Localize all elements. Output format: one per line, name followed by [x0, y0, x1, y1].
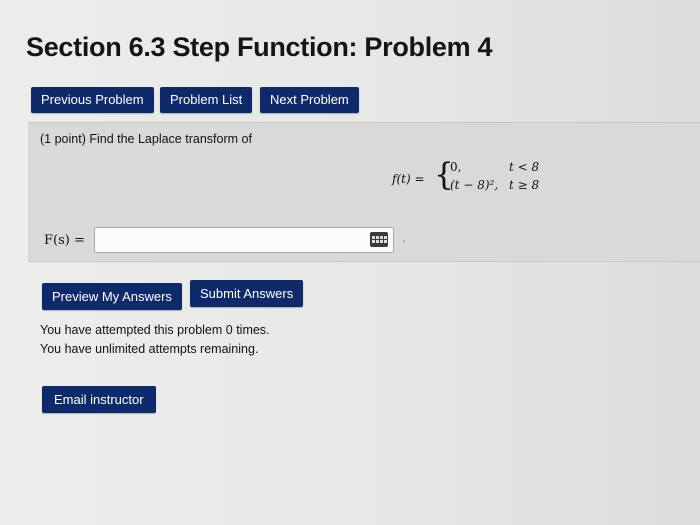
remaining-line: You have unlimited attempts remaining. [40, 342, 259, 356]
keypad-icon[interactable] [370, 232, 388, 247]
case2-condition: t ≥ 8 [509, 178, 540, 192]
email-instructor-button[interactable]: Email instructor [42, 386, 156, 413]
problem-prompt: (1 point) Find the Laplace transform of [40, 132, 252, 146]
piecewise-function: f(t) = { 0, t < 8 (t − 8)², t ≥ 8 [392, 158, 562, 198]
case2-value: (t − 8)², [450, 178, 499, 192]
page-title: Section 6.3 Step Function: Problem 4 [26, 32, 493, 62]
answer-input[interactable] [94, 227, 394, 253]
answer-status-dot: . [402, 230, 406, 245]
submit-answers-button[interactable]: Submit Answers [190, 280, 304, 307]
previous-problem-button[interactable]: Previous Problem [31, 87, 154, 113]
case1-condition: t < 8 [509, 160, 540, 174]
function-lhs: f(t) = [392, 172, 425, 186]
next-problem-button[interactable]: Next Problem [260, 87, 359, 113]
case1-value: 0, [450, 160, 462, 174]
preview-answers-button[interactable]: Preview My Answers [42, 283, 182, 310]
attempts-line: You have attempted this problem 0 times. [40, 323, 270, 337]
attempts-status: You have attempted this problem 0 times.… [40, 321, 270, 359]
problem-list-button[interactable]: Problem List [160, 87, 253, 113]
answer-label: F(s) = [44, 233, 85, 248]
page: Section 6.3 Step Function: Problem 4 Pre… [0, 0, 700, 525]
